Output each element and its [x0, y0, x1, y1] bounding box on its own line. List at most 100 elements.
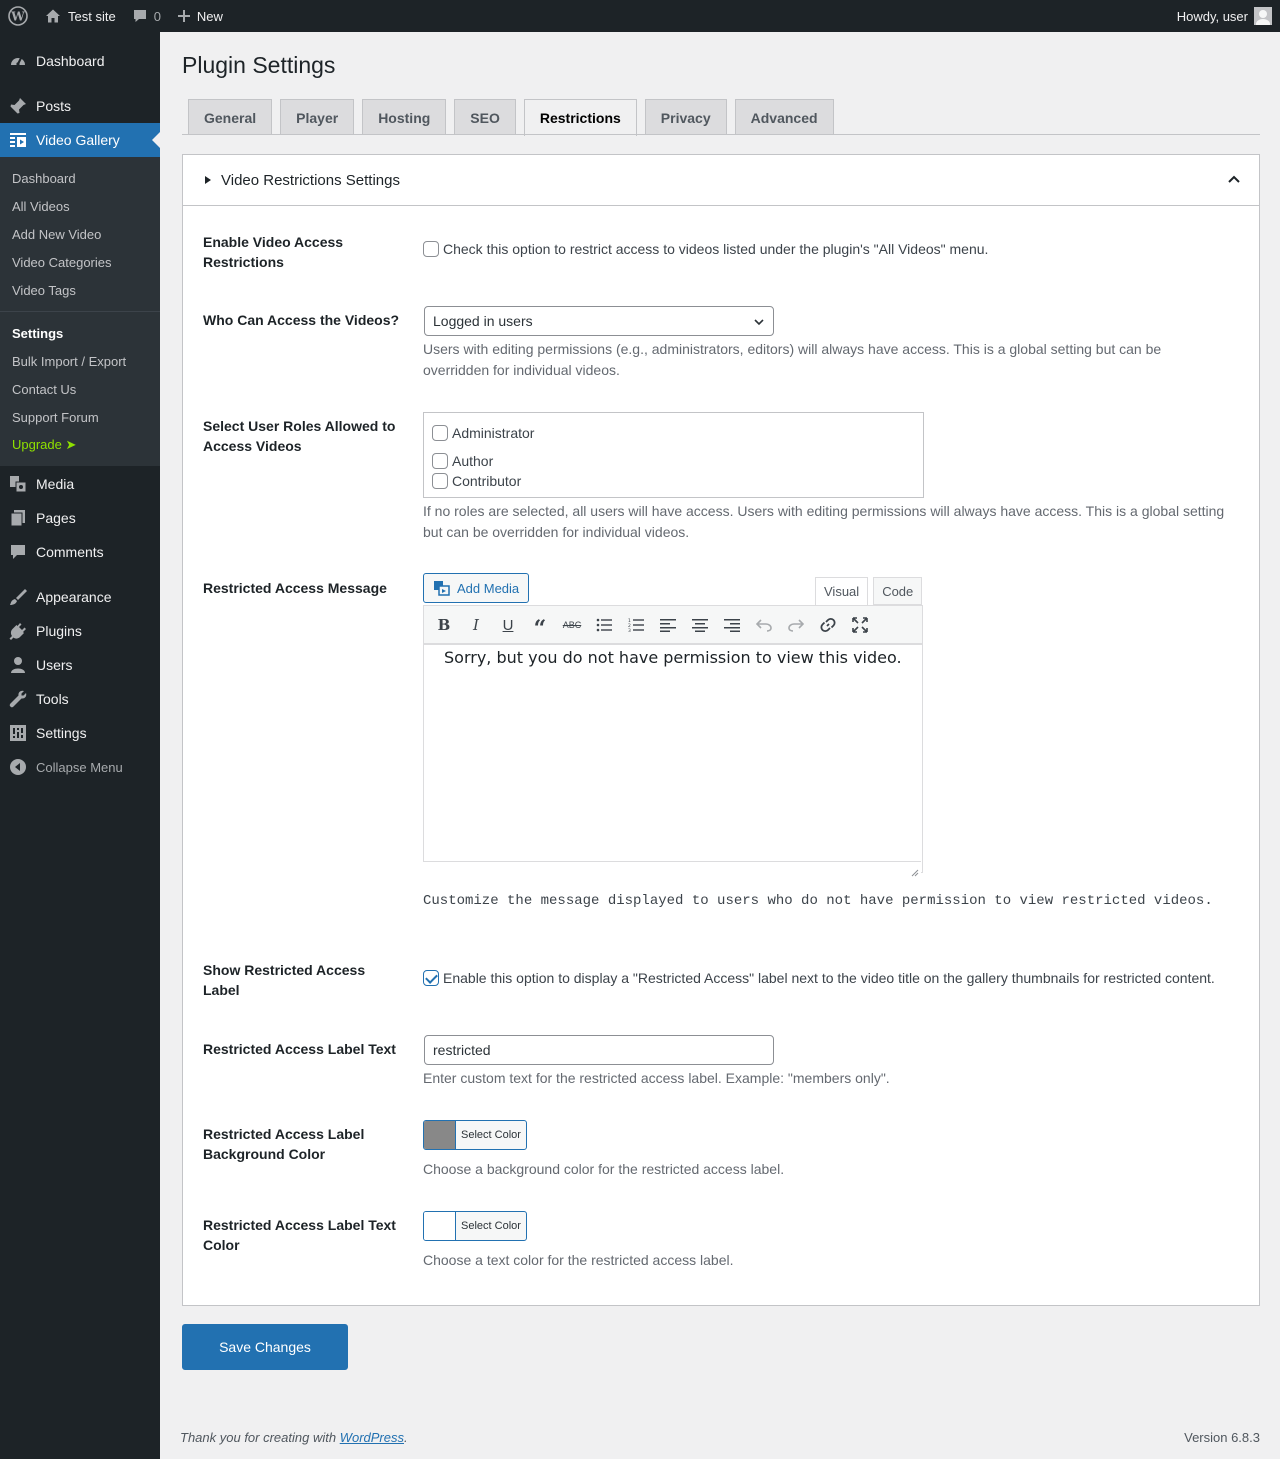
role-checkbox[interactable] [432, 425, 448, 441]
align-right-icon[interactable] [716, 610, 748, 640]
chevron-down-icon [754, 319, 764, 326]
menu-label: Pages [36, 510, 76, 526]
site-name-link[interactable]: Test site [36, 0, 124, 32]
users-icon [8, 655, 28, 675]
tab-hosting[interactable]: Hosting [362, 99, 447, 135]
submenu-support-forum[interactable]: Support Forum [0, 403, 160, 431]
text-color-swatch [424, 1212, 456, 1240]
submenu-video-categories[interactable]: Video Categories [0, 248, 160, 276]
submenu-video-tags[interactable]: Video Tags [0, 276, 160, 304]
bullet-list-icon[interactable] [588, 610, 620, 640]
link-icon[interactable] [812, 610, 844, 640]
menu-dashboard[interactable]: Dashboard [0, 44, 160, 78]
user-roles-desc: If no roles are selected, all users will… [423, 503, 1225, 540]
submenu-separator [0, 311, 160, 312]
select-color-label: Select Color [461, 1129, 521, 1141]
align-center-icon[interactable] [684, 610, 716, 640]
enable-restrictions-field: Check this option to restrict access to … [423, 241, 988, 257]
label-text-field: restricted [424, 1035, 774, 1065]
role-label: Administrator [452, 425, 535, 441]
wordpress-logo-button[interactable]: W [0, 0, 36, 32]
new-content-link[interactable]: New [169, 0, 231, 32]
panel-title: Video Restrictions Settings [221, 171, 400, 189]
undo-icon[interactable] [748, 610, 780, 640]
comments-count: 0 [153, 8, 161, 24]
show-label-text: Enable this option to display a "Restric… [443, 970, 1215, 986]
submenu-all-videos[interactable]: All Videos [0, 192, 160, 220]
tab-restrictions[interactable]: Restrictions [523, 99, 637, 136]
collapse-arrow-icon [8, 757, 28, 777]
add-media-button[interactable]: Add Media [423, 573, 530, 603]
italic-icon[interactable]: I [460, 610, 492, 640]
user-roles-list[interactable]: Administrator Author Contributor [423, 412, 924, 498]
menu-label: Dashboard [36, 53, 105, 69]
blockquote-icon[interactable]: “ [524, 610, 556, 642]
tab-visual[interactable]: Visual [815, 577, 869, 606]
comments-link[interactable]: 0 [124, 0, 169, 32]
admin-bar: W Test site 0 New Howdy, user [0, 0, 1280, 32]
numbered-list-icon[interactable]: 123 [620, 610, 652, 640]
svg-text:3: 3 [628, 628, 631, 632]
menu-video-gallery[interactable]: Video Gallery [0, 123, 160, 157]
text-color-select-button[interactable]: Select Color [423, 1211, 527, 1241]
menu-posts[interactable]: Posts [0, 89, 160, 123]
restrictions-panel: Video Restrictions Settings Enable Video… [182, 154, 1260, 1306]
menu-comments[interactable]: Comments [0, 535, 160, 569]
menu-users[interactable]: Users [0, 648, 160, 682]
panel-header[interactable]: Video Restrictions Settings [183, 155, 1259, 206]
fullscreen-icon[interactable] [844, 610, 876, 640]
text-color-field: Select Color [423, 1211, 527, 1241]
comments-icon [8, 542, 28, 562]
role-label: Contributor [452, 473, 522, 489]
label-text-input[interactable]: restricted [424, 1035, 774, 1065]
submenu-contact-us[interactable]: Contact Us [0, 375, 160, 403]
home-icon [46, 9, 60, 23]
role-contributor[interactable]: Contributor [432, 463, 915, 491]
menu-media[interactable]: Media [0, 467, 160, 501]
role-label: Author [452, 453, 494, 469]
menu-label: Comments [36, 544, 104, 560]
tab-code[interactable]: Code [873, 577, 923, 605]
role-administrator[interactable]: Administrator [432, 423, 915, 443]
tab-privacy[interactable]: Privacy [644, 99, 727, 135]
resize-handle-icon[interactable] [909, 867, 919, 877]
show-label-checkbox[interactable] [423, 970, 439, 986]
submenu-upgrade[interactable]: Upgrade ➤ [0, 431, 160, 459]
menu-tools[interactable]: Tools [0, 682, 160, 716]
menu-settings[interactable]: Settings [0, 716, 160, 750]
submenu-add-new-video[interactable]: Add New Video [0, 220, 160, 248]
media-icon [8, 474, 28, 494]
menu-appearance[interactable]: Appearance [0, 580, 160, 614]
tab-advanced[interactable]: Advanced [734, 99, 834, 135]
footer-thanks: Thank you for creating with WordPress. [180, 1430, 408, 1445]
who-can-access-desc: Users with editing permissions (e.g., ad… [423, 341, 1162, 378]
submenu-dashboard[interactable]: Dashboard [0, 164, 160, 192]
add-media-label: Add Media [457, 580, 520, 596]
wrench-icon [8, 689, 28, 709]
disclosure-triangle-icon [205, 176, 211, 184]
tab-general[interactable]: General [188, 99, 273, 135]
editor-content-area[interactable]: Sorry, but you do not have permission to… [423, 643, 923, 873]
my-account-link[interactable]: Howdy, user [1169, 0, 1280, 32]
role-checkbox[interactable] [432, 453, 448, 469]
submenu-settings[interactable]: Settings [0, 319, 160, 347]
show-label-field: Enable this option to display a "Restric… [423, 970, 1215, 986]
menu-pages[interactable]: Pages [0, 501, 160, 535]
chevron-up-icon[interactable] [1227, 172, 1241, 186]
tab-player[interactable]: Player [280, 99, 355, 135]
underline-icon[interactable]: U [492, 610, 524, 640]
bold-icon[interactable]: B [428, 610, 460, 640]
menu-plugins[interactable]: Plugins [0, 614, 160, 648]
who-can-access-select[interactable]: Logged in users [424, 306, 774, 336]
wordpress-link[interactable]: WordPress [340, 1430, 404, 1445]
enable-restrictions-checkbox[interactable] [423, 241, 439, 257]
collapse-menu-button[interactable]: Collapse Menu [0, 750, 160, 784]
redo-icon[interactable] [780, 610, 812, 640]
role-checkbox[interactable] [432, 473, 448, 489]
submenu-bulk-import-export[interactable]: Bulk Import / Export [0, 347, 160, 375]
save-changes-button[interactable]: Save Changes [182, 1324, 348, 1370]
align-left-icon[interactable] [652, 610, 684, 640]
bg-color-select-button[interactable]: Select Color [423, 1120, 527, 1150]
tab-seo[interactable]: SEO [454, 99, 516, 135]
strikethrough-icon[interactable]: ABC [556, 610, 588, 640]
